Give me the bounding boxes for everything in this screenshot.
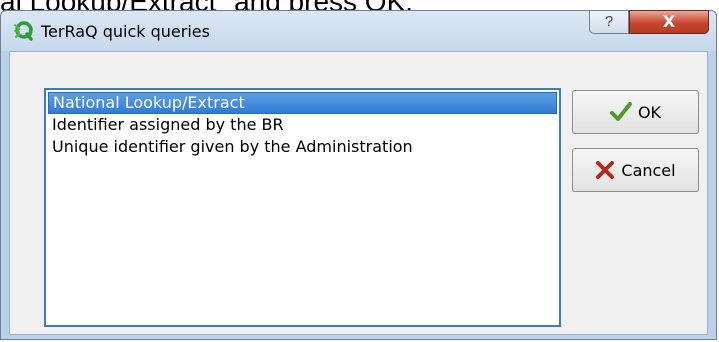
title-bar[interactable]: TerRaQ quick queries ? X [1,10,716,51]
cancel-button[interactable]: Cancel [572,148,699,192]
ok-button[interactable]: OK [572,90,699,134]
quick-queries-dialog: TerRaQ quick queries ? X National Lookup… [0,10,717,340]
list-item-br-identifier[interactable]: Identifier assigned by the BR [48,114,557,136]
close-icon: X [662,12,676,31]
ok-button-label: OK [637,102,662,122]
terraq-logo-icon [13,21,33,41]
list-item-administration-identifier[interactable]: Unique identifier given by the Administr… [48,136,557,158]
query-listbox[interactable]: National Lookup/Extract Identifier assig… [44,88,561,327]
help-button[interactable]: ? [589,10,629,34]
x-cross-icon [595,160,615,180]
help-icon: ? [604,13,614,30]
cancel-button-label: Cancel [621,160,676,180]
checkmark-icon [609,102,632,122]
close-button[interactable]: X [629,10,709,34]
list-item-national-lookup[interactable]: National Lookup/Extract [48,92,557,114]
window-title: TerRaQ quick queries [41,22,210,41]
dialog-body: National Lookup/Extract Identifier assig… [9,51,708,335]
